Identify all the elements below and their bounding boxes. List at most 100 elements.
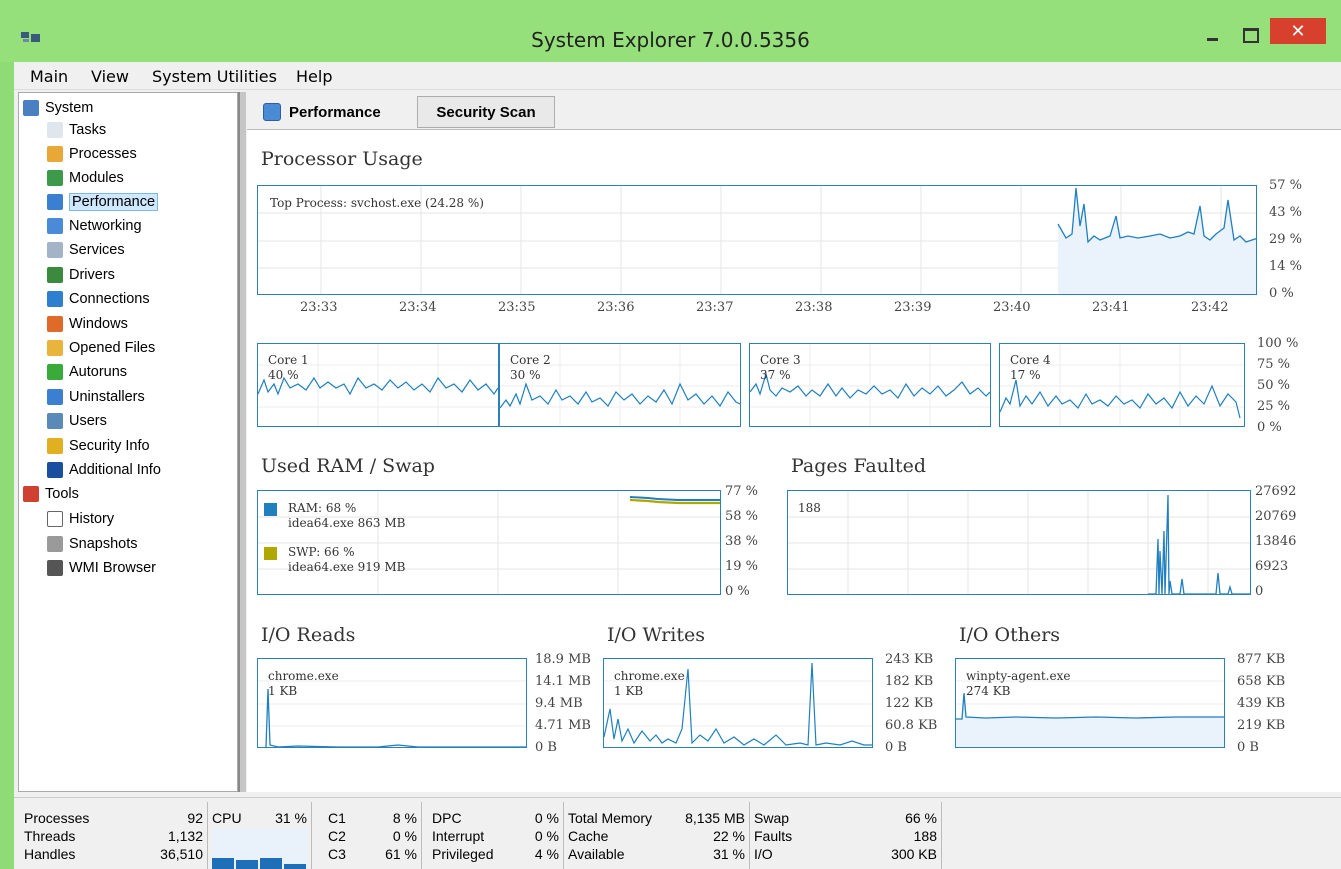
ram-tick-label: 58 % — [725, 509, 759, 524]
processor-usage-title: Processor Usage — [261, 148, 423, 170]
tree-item-security-info[interactable]: Security Info — [47, 435, 150, 457]
title-bar: System Explorer 7.0.0.5356 ✕ — [0, 0, 1341, 62]
ram-label: RAM: 68 % — [288, 501, 357, 515]
tree-item-snapshots[interactable]: Snapshots — [47, 533, 138, 555]
tree-item-drivers[interactable]: Drivers — [47, 264, 115, 286]
io-others-value: 274 KB — [966, 684, 1011, 698]
performance-icon — [47, 194, 63, 210]
y-tick-label: 29 % — [1269, 232, 1303, 247]
menu-view[interactable]: View — [91, 67, 129, 86]
tree-item-wmi-browser[interactable]: WMI Browser — [47, 557, 156, 579]
tree-item-history[interactable]: History — [47, 508, 114, 530]
tree-item-autoruns[interactable]: Autoruns — [47, 361, 127, 383]
total-memory-key: Total Memory — [568, 810, 653, 826]
tree-item-label: Networking — [69, 218, 142, 234]
x-tick-label: 23:33 — [300, 300, 338, 315]
modules-icon — [47, 170, 63, 186]
x-tick-label: 23:42 — [1191, 300, 1229, 315]
tools-icon — [23, 486, 39, 502]
tree-item-processes[interactable]: Processes — [47, 143, 137, 165]
io-reads-tick-label: 9.4 MB — [535, 696, 583, 711]
core-value: 40 % — [268, 368, 299, 382]
tree-item-tasks[interactable]: Tasks — [47, 119, 106, 141]
tree-item-label: Additional Info — [69, 462, 161, 478]
menu-system-utilities[interactable]: System Utilities — [152, 67, 277, 86]
x-tick-label: 23:35 — [498, 300, 536, 315]
core-value: 37 % — [760, 368, 791, 382]
tree-item-label: Drivers — [69, 267, 115, 283]
tree-item-connections[interactable]: Connections — [47, 288, 150, 310]
pages-faulted-graph: 188 — [787, 490, 1251, 595]
top-process-label: Top Process: svchost.exe (24.28 %) — [270, 196, 484, 210]
wmi-browser-icon — [47, 560, 63, 576]
services-icon — [47, 242, 63, 258]
tree-item-label: Snapshots — [69, 536, 138, 552]
tree-item-users[interactable]: Users — [47, 410, 107, 432]
tree-item-uninstallers[interactable]: Uninstallers — [47, 386, 145, 408]
tree-item-label: History — [69, 511, 115, 527]
x-tick-label: 23:38 — [795, 300, 833, 315]
connections-icon — [47, 291, 63, 307]
processes-icon — [47, 146, 63, 162]
tab-security-scan[interactable]: Security Scan — [417, 96, 555, 128]
tab-security-scan-label: Security Scan — [436, 103, 536, 121]
pages-tick-label: 20769 — [1255, 509, 1297, 524]
autoruns-icon — [47, 364, 63, 380]
io-reads-graph: chrome.exe 1 KB — [257, 658, 527, 748]
pane-splitter[interactable] — [238, 92, 246, 792]
ram-process: idea64.exe 863 MB — [288, 516, 406, 530]
minimize-button[interactable] — [1198, 22, 1228, 52]
io-writes-tick-label: 182 KB — [885, 674, 934, 689]
io-reads-value: 1 KB — [268, 684, 298, 698]
pages-faulted-title: Pages Faulted — [791, 455, 927, 477]
y-tick-label: 57 % — [1269, 178, 1303, 193]
tab-bar: Performance Security Scan — [247, 94, 1341, 130]
core-name: Core 1 — [268, 353, 309, 367]
status-process-counts: Processes 92 Threads 1,132 Handles 36,510 — [20, 802, 208, 869]
core-4-graph: Core 4 17 % — [999, 343, 1245, 427]
ram-tick-label: 38 % — [725, 534, 759, 549]
tree-item-additional-info[interactable]: Additional Info — [47, 459, 161, 481]
dpc-value: 0 % — [534, 810, 559, 826]
close-button[interactable]: ✕ — [1270, 18, 1326, 44]
tree-item-label: Uninstallers — [69, 389, 145, 405]
tree-item-tools[interactable]: Tools — [23, 483, 79, 505]
io-reads-tick-label: 18.9 MB — [535, 652, 591, 667]
menu-main[interactable]: Main — [30, 67, 68, 86]
tab-performance[interactable]: Performance — [253, 96, 411, 128]
cpu-value: 31 % — [275, 810, 307, 826]
tree-item-opened-files[interactable]: Opened Files — [47, 337, 155, 359]
dpc-key: DPC — [432, 810, 462, 826]
io-others-tick-label: 219 KB — [1237, 718, 1286, 733]
x-tick-label: 23:34 — [399, 300, 437, 315]
tree-item-modules[interactable]: Modules — [47, 167, 124, 189]
maximize-button[interactable] — [1234, 22, 1264, 52]
core-name: Core 3 — [760, 353, 801, 367]
cpu-mini-graph — [212, 828, 308, 869]
status-interrupts: DPC 0 % Interrupt 0 % Privileged 4 % — [422, 802, 564, 869]
menu-bar: Main View System Utilities Help — [14, 62, 1341, 90]
c3-key: C3 — [328, 846, 346, 862]
x-tick-label: 23:40 — [993, 300, 1031, 315]
tree-item-system[interactable]: System — [23, 97, 93, 119]
tree-item-windows[interactable]: Windows — [47, 313, 128, 335]
tree-item-networking[interactable]: Networking — [47, 215, 142, 237]
window-title: System Explorer 7.0.0.5356 — [531, 28, 810, 52]
io-writes-title: I/O Writes — [607, 624, 705, 646]
tree-item-label: Tools — [45, 486, 79, 502]
core-tick-label: 100 % — [1257, 336, 1299, 351]
security-info-icon — [47, 438, 63, 454]
menu-help[interactable]: Help — [296, 67, 332, 86]
status-swap: Swap 66 % Faults 188 I/O 300 KB — [750, 802, 942, 869]
tree-item-services[interactable]: Services — [47, 239, 125, 261]
cache-key: Cache — [568, 828, 609, 844]
io-reads-tick-label: 0 B — [535, 740, 557, 755]
c1-value: 8 % — [392, 810, 417, 826]
tab-performance-label: Performance — [289, 103, 381, 121]
tree-item-performance[interactable]: Performance — [47, 191, 159, 213]
performance-tab-icon — [263, 103, 281, 121]
io-writes-process: chrome.exe — [614, 669, 685, 683]
x-tick-label: 23:41 — [1092, 300, 1130, 315]
c3-value: 61 % — [385, 846, 417, 862]
tree-item-label: Tasks — [69, 122, 107, 138]
